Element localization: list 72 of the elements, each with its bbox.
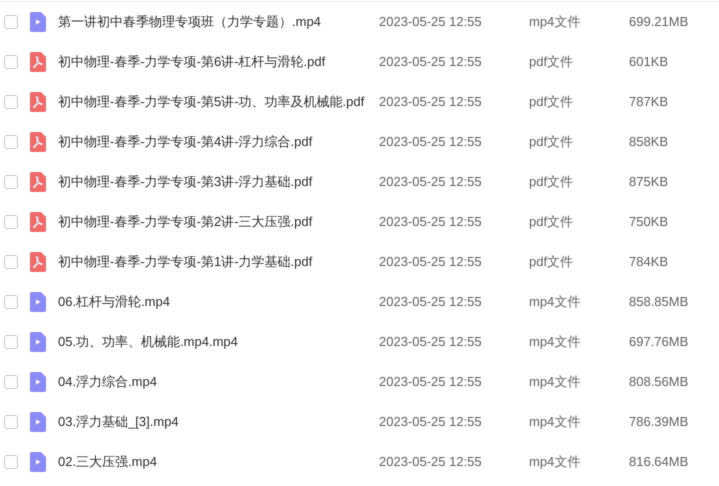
modified-date: 2023-05-25 12:55	[379, 173, 483, 192]
checkbox[interactable]	[4, 255, 18, 269]
modified-date: 2023-05-25 12:55	[379, 133, 483, 152]
file-name[interactable]: 05.功、功率、机械能.mp4.mp4	[58, 332, 378, 352]
file-size: 601KB	[629, 53, 668, 72]
video-file-icon	[30, 412, 46, 432]
file-name[interactable]: 初中物理-春季-力学专项-第3讲-浮力基础.pdf	[58, 172, 378, 192]
checkbox[interactable]	[4, 135, 18, 149]
modified-date: 2023-05-25 12:55	[379, 453, 483, 472]
video-file-icon	[30, 452, 46, 472]
video-file-icon	[30, 292, 46, 312]
checkbox[interactable]	[4, 215, 18, 229]
file-size: 786.39MB	[629, 413, 688, 432]
file-type: pdf文件	[529, 213, 574, 232]
file-name[interactable]: 初中物理-春季-力学专项-第1讲-力学基础.pdf	[58, 252, 378, 272]
file-type: mp4文件	[529, 13, 582, 32]
file-name[interactable]: 初中物理-春季-力学专项-第2讲-三大压强.pdf	[58, 212, 378, 232]
checkbox[interactable]	[4, 335, 18, 349]
checkbox[interactable]	[4, 295, 18, 309]
file-name[interactable]: 02.三大压强.mp4	[58, 452, 378, 472]
file-name[interactable]: 04.浮力综合.mp4	[58, 372, 378, 392]
file-name[interactable]: 初中物理-春季-力学专项-第5讲-功、功率及机械能.pdf	[58, 92, 378, 112]
file-name[interactable]: 初中物理-春季-力学专项-第4讲-浮力综合.pdf	[58, 132, 378, 152]
modified-date: 2023-05-25 12:55	[379, 253, 483, 272]
pdf-file-icon	[30, 252, 46, 272]
checkbox[interactable]	[4, 55, 18, 69]
file-type: mp4文件	[529, 293, 582, 312]
modified-date: 2023-05-25 12:55	[379, 333, 483, 352]
file-type: pdf文件	[529, 53, 574, 72]
file-size: 816.64MB	[629, 453, 688, 472]
modified-date: 2023-05-25 12:55	[379, 93, 483, 112]
file-type: mp4文件	[529, 453, 582, 472]
file-size: 750KB	[629, 213, 668, 232]
pdf-file-icon	[30, 132, 46, 152]
modified-date: 2023-05-25 12:55	[379, 413, 483, 432]
pdf-file-icon	[30, 212, 46, 232]
video-file-icon	[30, 372, 46, 392]
modified-date: 2023-05-25 12:55	[379, 373, 483, 392]
file-type: pdf文件	[529, 93, 574, 112]
file-size: 699.21MB	[629, 13, 688, 32]
checkbox[interactable]	[4, 175, 18, 189]
modified-date: 2023-05-25 12:55	[379, 13, 483, 32]
file-name[interactable]: 06.杠杆与滑轮.mp4	[58, 292, 378, 312]
checkbox[interactable]	[4, 415, 18, 429]
file-size: 697.76MB	[629, 333, 688, 352]
file-size: 808.56MB	[629, 373, 688, 392]
file-type: pdf文件	[529, 133, 574, 152]
pdf-file-icon	[30, 172, 46, 192]
file-size: 787KB	[629, 93, 668, 112]
video-file-icon	[30, 332, 46, 352]
pdf-file-icon	[30, 92, 46, 112]
file-size: 784KB	[629, 253, 668, 272]
modified-date: 2023-05-25 12:55	[379, 293, 483, 312]
file-size: 875KB	[629, 173, 668, 192]
pdf-file-icon	[30, 52, 46, 72]
file-name[interactable]: 03.浮力基础_[3].mp4	[58, 412, 378, 432]
video-file-icon	[30, 12, 46, 32]
modified-date: 2023-05-25 12:55	[379, 53, 483, 72]
file-type: pdf文件	[529, 173, 574, 192]
checkbox[interactable]	[4, 375, 18, 389]
checkbox[interactable]	[4, 15, 18, 29]
file-type: pdf文件	[529, 253, 574, 272]
checkbox[interactable]	[4, 455, 18, 469]
checkbox[interactable]	[4, 95, 18, 109]
file-size: 858KB	[629, 133, 668, 152]
file-type: mp4文件	[529, 413, 582, 432]
file-type: mp4文件	[529, 333, 582, 352]
file-name[interactable]: 初中物理-春季-力学专项-第6讲-杠杆与滑轮.pdf	[58, 52, 378, 72]
file-type: mp4文件	[529, 373, 582, 392]
file-size: 858.85MB	[629, 293, 688, 312]
file-name[interactable]: 第一讲初中春季物理专项班（力学专题）.mp4	[58, 12, 378, 32]
modified-date: 2023-05-25 12:55	[379, 213, 483, 232]
